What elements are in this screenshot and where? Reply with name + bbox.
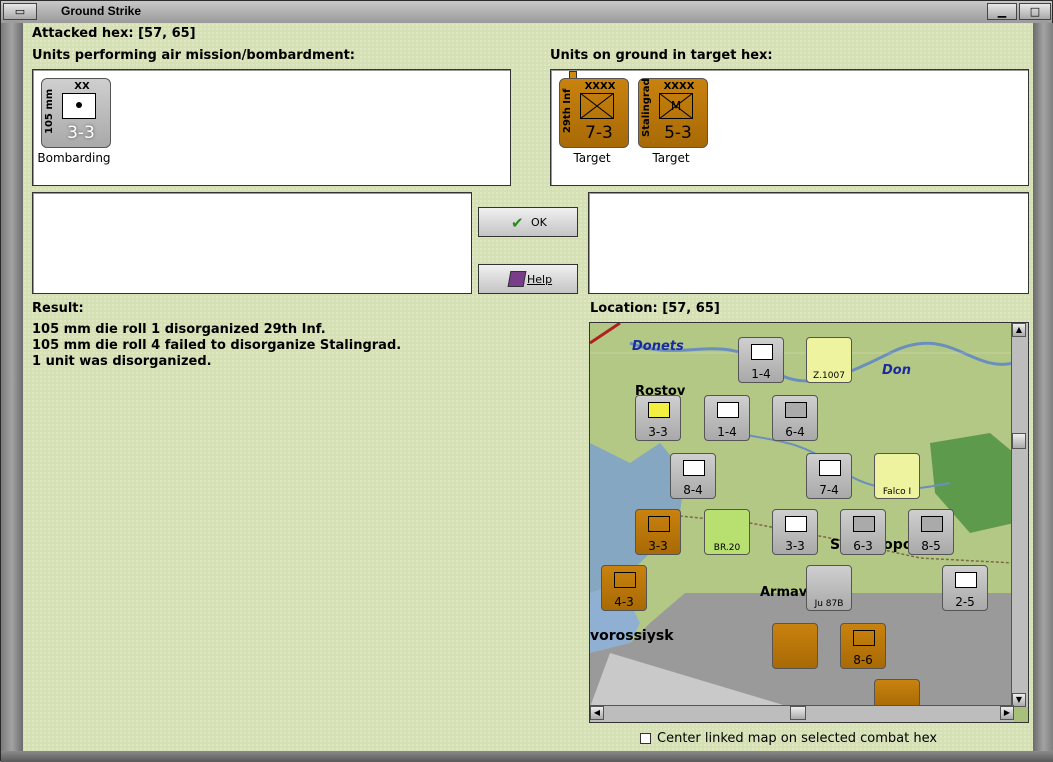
map-air-counter[interactable]: Ju 87B — [806, 565, 852, 611]
map-unit-counter[interactable]: 3-3 — [635, 509, 681, 555]
unit-caption: Target — [652, 151, 690, 165]
help-book-icon — [507, 271, 527, 287]
title-bar[interactable]: ▭ Ground Strike ▁ □ — [1, 1, 1052, 24]
unit-strength: 5-3 — [664, 123, 692, 143]
result-label: Result: — [32, 301, 84, 316]
unit-size: XX — [74, 81, 90, 92]
system-menu-icon[interactable]: ▭ — [3, 3, 37, 20]
unit-strength: 3-3 — [785, 539, 805, 553]
minimize-icon[interactable]: ▁ — [987, 3, 1017, 20]
center-map-label: Center linked map on selected combat hex — [657, 731, 938, 746]
map-label: Donets — [632, 339, 684, 354]
unit-strength: 2-5 — [955, 595, 975, 609]
ground-unit-counter[interactable]: 29th Inf XXXX 7-3 — [559, 78, 629, 148]
result-line: 1 unit was disorganized. — [32, 354, 212, 369]
map-unit-counter[interactable]: 7-4 — [806, 453, 852, 499]
scroll-left-icon[interactable]: ◀ — [590, 706, 604, 720]
ground-unit-counter[interactable]: Stalingrad XXXX M 5-3 — [638, 78, 708, 148]
ok-label: OK — [531, 216, 547, 229]
scroll-thumb[interactable] — [1012, 433, 1026, 449]
unit-strength: 7-3 — [585, 123, 613, 143]
scroll-up-icon[interactable]: ▲ — [1012, 323, 1026, 337]
map-label: Don — [882, 363, 911, 378]
map-air-counter[interactable] — [772, 623, 818, 669]
map-unit-counter[interactable]: 4-3 — [601, 565, 647, 611]
unit-strength: BR.20 — [713, 543, 741, 553]
map-unit-counter[interactable]: 8-5 — [908, 509, 954, 555]
unit-caption: Target — [573, 151, 611, 165]
unit-strength: 6-3 — [853, 539, 873, 553]
map-air-counter[interactable]: Falco I — [874, 453, 920, 499]
map-unit-counter[interactable]: 3-3 — [772, 509, 818, 555]
unit-caption: Bombarding — [37, 151, 111, 165]
checkmark-icon: ✔ — [511, 214, 524, 232]
unit-strength: 8-4 — [683, 483, 703, 497]
unit-strength: 4-3 — [614, 595, 634, 609]
dialog-body: Attacked hex: [57, 65] Units performing … — [23, 23, 1033, 751]
map-unit-counter[interactable]: 1-4 — [704, 395, 750, 441]
air-unit-counter[interactable]: 105 mm XX 3-3 — [41, 78, 111, 148]
unit-strength: 1-4 — [717, 425, 737, 439]
scroll-right-icon[interactable]: ▶ — [1000, 706, 1014, 720]
unit-strength: 6-4 — [785, 425, 805, 439]
unit-strength: 7-4 — [819, 483, 839, 497]
mechanized-unit-icon: M — [659, 93, 693, 119]
infantry-unit-icon — [580, 93, 614, 119]
bottom-frame — [1, 751, 1053, 762]
air-units-label: Units performing air mission/bombardment… — [32, 48, 356, 63]
unit-strength: 8-6 — [853, 653, 873, 667]
help-label: Help — [527, 273, 553, 286]
ground-units-panel: 29th Inf XXXX 7-3 Target Stalingrad XXXX… — [550, 69, 1029, 186]
map-label: vorossiysk — [590, 628, 674, 644]
map-air-counter[interactable]: Z.1007 — [806, 337, 852, 383]
map-unit-counter[interactable]: 1-4 — [738, 337, 784, 383]
map-air-counter[interactable]: BR.20 — [704, 509, 750, 555]
unit-strength: 3-3 — [648, 539, 668, 553]
scroll-thumb[interactable] — [790, 706, 806, 720]
result-line: 105 mm die roll 4 failed to disorganize … — [32, 338, 402, 353]
map-unit-counter[interactable]: 6-4 — [772, 395, 818, 441]
unit-size: XXXX — [584, 81, 616, 92]
result-line: 105 mm die roll 1 disorganized 29th Inf. — [32, 322, 326, 337]
air-unit-detail-panel — [32, 192, 472, 294]
map-horizontal-scrollbar[interactable]: ◀ ▶ — [590, 705, 1014, 722]
map-vertical-scrollbar[interactable]: ▲ ▼ — [1011, 323, 1028, 707]
artillery-unit-icon — [62, 93, 96, 119]
unit-strength: Ju 87B — [814, 599, 844, 609]
scroll-down-icon[interactable]: ▼ — [1012, 693, 1026, 707]
map-unit-counter[interactable]: 3-3 — [635, 395, 681, 441]
ground-units-label: Units on ground in target hex: — [550, 48, 773, 63]
location-map[interactable]: Donets Don Rostov Armav vorossiysk Sevas… — [589, 322, 1029, 723]
air-units-panel: 105 mm XX 3-3 Bombarding — [32, 69, 511, 186]
unit-strength: 1-4 — [751, 367, 771, 381]
unit-strength: 3-3 — [67, 123, 95, 143]
map-unit-counter[interactable]: 6-3 — [840, 509, 886, 555]
center-map-checkbox[interactable] — [640, 733, 651, 744]
unit-strength: 3-3 — [648, 425, 668, 439]
unit-strength: Z.1007 — [813, 371, 845, 381]
window-title: Ground Strike — [61, 4, 142, 18]
ok-button[interactable]: ✔ OK — [478, 207, 578, 237]
location-label: Location: [57, 65] — [590, 301, 720, 316]
attacked-hex-label: Attacked hex: [57, 65] — [32, 26, 196, 41]
left-frame — [1, 23, 23, 762]
maximize-icon[interactable]: □ — [1019, 3, 1051, 20]
ground-unit-detail-panel — [588, 192, 1029, 294]
ground-strike-window: ▭ Ground Strike ▁ □ Attacked hex: [57, 6… — [0, 0, 1053, 762]
map-label: Armav — [760, 585, 808, 600]
right-frame — [1033, 23, 1053, 762]
unit-type-letter: M — [670, 99, 682, 113]
map-unit-counter[interactable]: 8-6 — [840, 623, 886, 669]
map-unit-counter[interactable]: 2-5 — [942, 565, 988, 611]
map-unit-counter[interactable]: 8-4 — [670, 453, 716, 499]
unit-size: XXXX — [663, 81, 695, 92]
unit-strength: Falco I — [882, 487, 912, 497]
help-button[interactable]: Help — [478, 264, 578, 294]
unit-strength: 8-5 — [921, 539, 941, 553]
